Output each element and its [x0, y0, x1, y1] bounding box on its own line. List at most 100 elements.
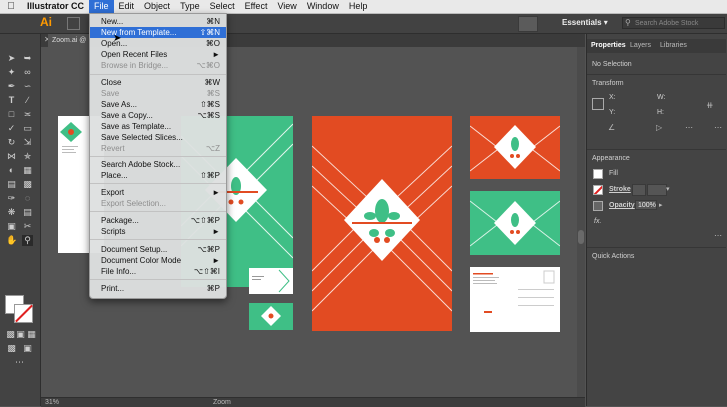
constrain-proportions-icon[interactable]: ⧺: [706, 100, 714, 111]
artboard-business-card-front[interactable]: [249, 268, 293, 294]
menu-item-save-a-copy[interactable]: Save a Copy... ⌥⌘S: [90, 110, 226, 121]
menu-item-document-setup[interactable]: Document Setup... ⌥⌘P: [90, 244, 226, 255]
tab-properties[interactable]: Properties: [591, 42, 626, 49]
menu-view[interactable]: View: [272, 0, 301, 13]
direct-selection-tool-icon[interactable]: ➥: [22, 53, 33, 64]
menu-select[interactable]: Select: [205, 0, 240, 13]
pen-tool-icon[interactable]: ✒: [6, 81, 17, 92]
status-label[interactable]: Zoom: [213, 399, 231, 406]
paintbrush-tool-icon[interactable]: ≍: [22, 109, 33, 120]
effects-fx-button[interactable]: fx.: [594, 218, 601, 225]
arrange-documents-icon[interactable]: [67, 17, 80, 30]
menu-item-file-info[interactable]: File Info... ⌥⇧⌘I: [90, 266, 226, 277]
rotate-tool-icon[interactable]: ↻: [6, 137, 17, 148]
artboard-orange-card[interactable]: [470, 116, 560, 179]
business-card-front-graphic: [252, 269, 290, 293]
transform-more-icon[interactable]: ⋯: [714, 123, 722, 132]
artboard-postcard[interactable]: [470, 267, 560, 332]
menu-object[interactable]: Object: [139, 0, 175, 13]
menu-app-name[interactable]: Illustrator CC: [22, 0, 89, 13]
artboard-business-card-back[interactable]: [249, 303, 293, 330]
symbol-sprayer-tool-icon[interactable]: ❋: [6, 207, 17, 218]
column-graph-tool-icon[interactable]: ▤: [22, 207, 33, 218]
perspective-grid-tool-icon[interactable]: ▦: [22, 165, 33, 176]
stroke-weight-stepper[interactable]: [632, 184, 646, 196]
stroke-swatch[interactable]: [14, 304, 33, 323]
opacity-label[interactable]: Opacity: [609, 202, 635, 209]
rectangle-tool-icon[interactable]: □: [6, 109, 17, 120]
mesh-tool-icon[interactable]: ▤: [6, 179, 17, 190]
artboard-orange-poster[interactable]: [312, 116, 452, 331]
menu-item-open-recent-files[interactable]: Open Recent Files ►: [90, 49, 226, 60]
shaper-tool-icon[interactable]: ✓: [6, 123, 17, 134]
width-tool-icon[interactable]: ⋈: [6, 151, 17, 162]
menu-window[interactable]: Window: [302, 0, 344, 13]
edit-toolbar-icon[interactable]: ⋯: [14, 357, 25, 368]
menu-help[interactable]: Help: [344, 0, 373, 13]
tab-libraries[interactable]: Libraries: [660, 42, 687, 49]
gradient-tool-icon[interactable]: ▩: [22, 179, 33, 190]
appearance-stroke-swatch[interactable]: [593, 185, 603, 195]
scale-tool-icon[interactable]: ⇲: [22, 137, 33, 148]
flip-icon[interactable]: ▷: [656, 123, 662, 132]
selection-tool-icon[interactable]: ➤: [6, 53, 17, 64]
zoom-level[interactable]: 31%: [45, 399, 59, 406]
artboard-tool-icon[interactable]: ▣: [6, 221, 17, 232]
lasso-tool-icon[interactable]: ∞: [22, 67, 33, 78]
slice-tool-icon[interactable]: ✂: [22, 221, 33, 232]
document-tab[interactable]: Zoom.ai @: [48, 34, 91, 47]
stroke-weight-input[interactable]: [647, 184, 667, 196]
workspace-menu[interactable]: Essentials ▾: [562, 18, 608, 27]
eraser-tool-icon[interactable]: ▭: [22, 123, 33, 134]
menu-item-save-selected-slices[interactable]: Save Selected Slices...: [90, 132, 226, 143]
menu-item-scripts[interactable]: Scripts ►: [90, 226, 226, 237]
zoom-tool-icon[interactable]: ⚲: [22, 235, 33, 246]
menu-item-package[interactable]: Package... ⌥⇧⌘P: [90, 215, 226, 226]
opacity-input[interactable]: 100%: [635, 200, 657, 210]
menu-item-save-as[interactable]: Save As... ⇧⌘S: [90, 99, 226, 110]
menu-effect[interactable]: Effect: [240, 0, 273, 13]
reference-point-icon[interactable]: [592, 98, 604, 110]
type-tool-icon[interactable]: T: [6, 95, 17, 106]
menu-item-new[interactable]: New... ⌘N: [90, 16, 226, 27]
tab-layers[interactable]: Layers: [630, 42, 651, 49]
menu-type[interactable]: Type: [175, 0, 205, 13]
apple-icon[interactable]: : [0, 1, 22, 12]
shape-builder-tool-icon[interactable]: ◐: [6, 165, 17, 176]
line-tool-icon[interactable]: ∕: [22, 95, 33, 106]
hand-tool-icon[interactable]: ✋: [6, 235, 17, 246]
eyedropper-tool-icon[interactable]: ✑: [6, 193, 17, 204]
opacity-chevron-right-icon[interactable]: ▸: [659, 201, 663, 209]
drawing-mode-icon[interactable]: ▩: [6, 343, 17, 354]
more-options-icon[interactable]: ⋯: [685, 123, 693, 132]
stroke-weight-chevron-down-icon[interactable]: ▾: [666, 185, 670, 193]
artboard-green-card[interactable]: [470, 191, 560, 255]
appearance-fill-swatch[interactable]: [593, 169, 603, 179]
color-mode-icon[interactable]: ▣: [15, 329, 26, 340]
workspace-switcher-button[interactable]: [518, 16, 538, 32]
rotate-angle-icon[interactable]: ∠: [608, 123, 615, 132]
search-adobe-stock-input[interactable]: Search Adobe Stock: [622, 17, 725, 29]
menu-item-open[interactable]: Open... ⌘O: [90, 38, 226, 49]
appearance-more-icon[interactable]: ⋯: [714, 231, 722, 240]
stroke-label[interactable]: Stroke: [609, 186, 631, 193]
menu-item-place[interactable]: Place... ⇧⌘P: [90, 170, 226, 181]
blend-tool-icon[interactable]: ◌: [22, 193, 33, 204]
puppet-warp-tool-icon[interactable]: ✯: [22, 151, 33, 162]
magic-wand-tool-icon[interactable]: ✦: [6, 67, 17, 78]
vertical-scroll-thumb[interactable]: [578, 230, 584, 244]
screen-mode-icon[interactable]: ▣: [22, 343, 33, 354]
menu-item-search-adobe-stock[interactable]: Search Adobe Stock...: [90, 159, 226, 170]
curvature-tool-icon[interactable]: ∽: [22, 81, 33, 92]
menu-item-export[interactable]: Export ►: [90, 187, 226, 198]
menu-item-document-color-mode[interactable]: Document Color Mode ►: [90, 255, 226, 266]
menu-item-save-as-template[interactable]: Save as Template...: [90, 121, 226, 132]
none-color-icon[interactable]: ▦: [26, 329, 37, 340]
menu-file[interactable]: File: [89, 0, 114, 13]
vertical-scrollbar[interactable]: [577, 47, 585, 397]
menu-item-print[interactable]: Print... ⌘P: [90, 283, 226, 294]
menu-item-close[interactable]: Close ⌘W: [90, 77, 226, 88]
menu-edit[interactable]: Edit: [114, 0, 140, 13]
menu-item-new-from-template[interactable]: New from Template... ⇧⌘N: [90, 27, 226, 38]
menu-item-shortcut: ⇧⌘S: [199, 100, 220, 109]
